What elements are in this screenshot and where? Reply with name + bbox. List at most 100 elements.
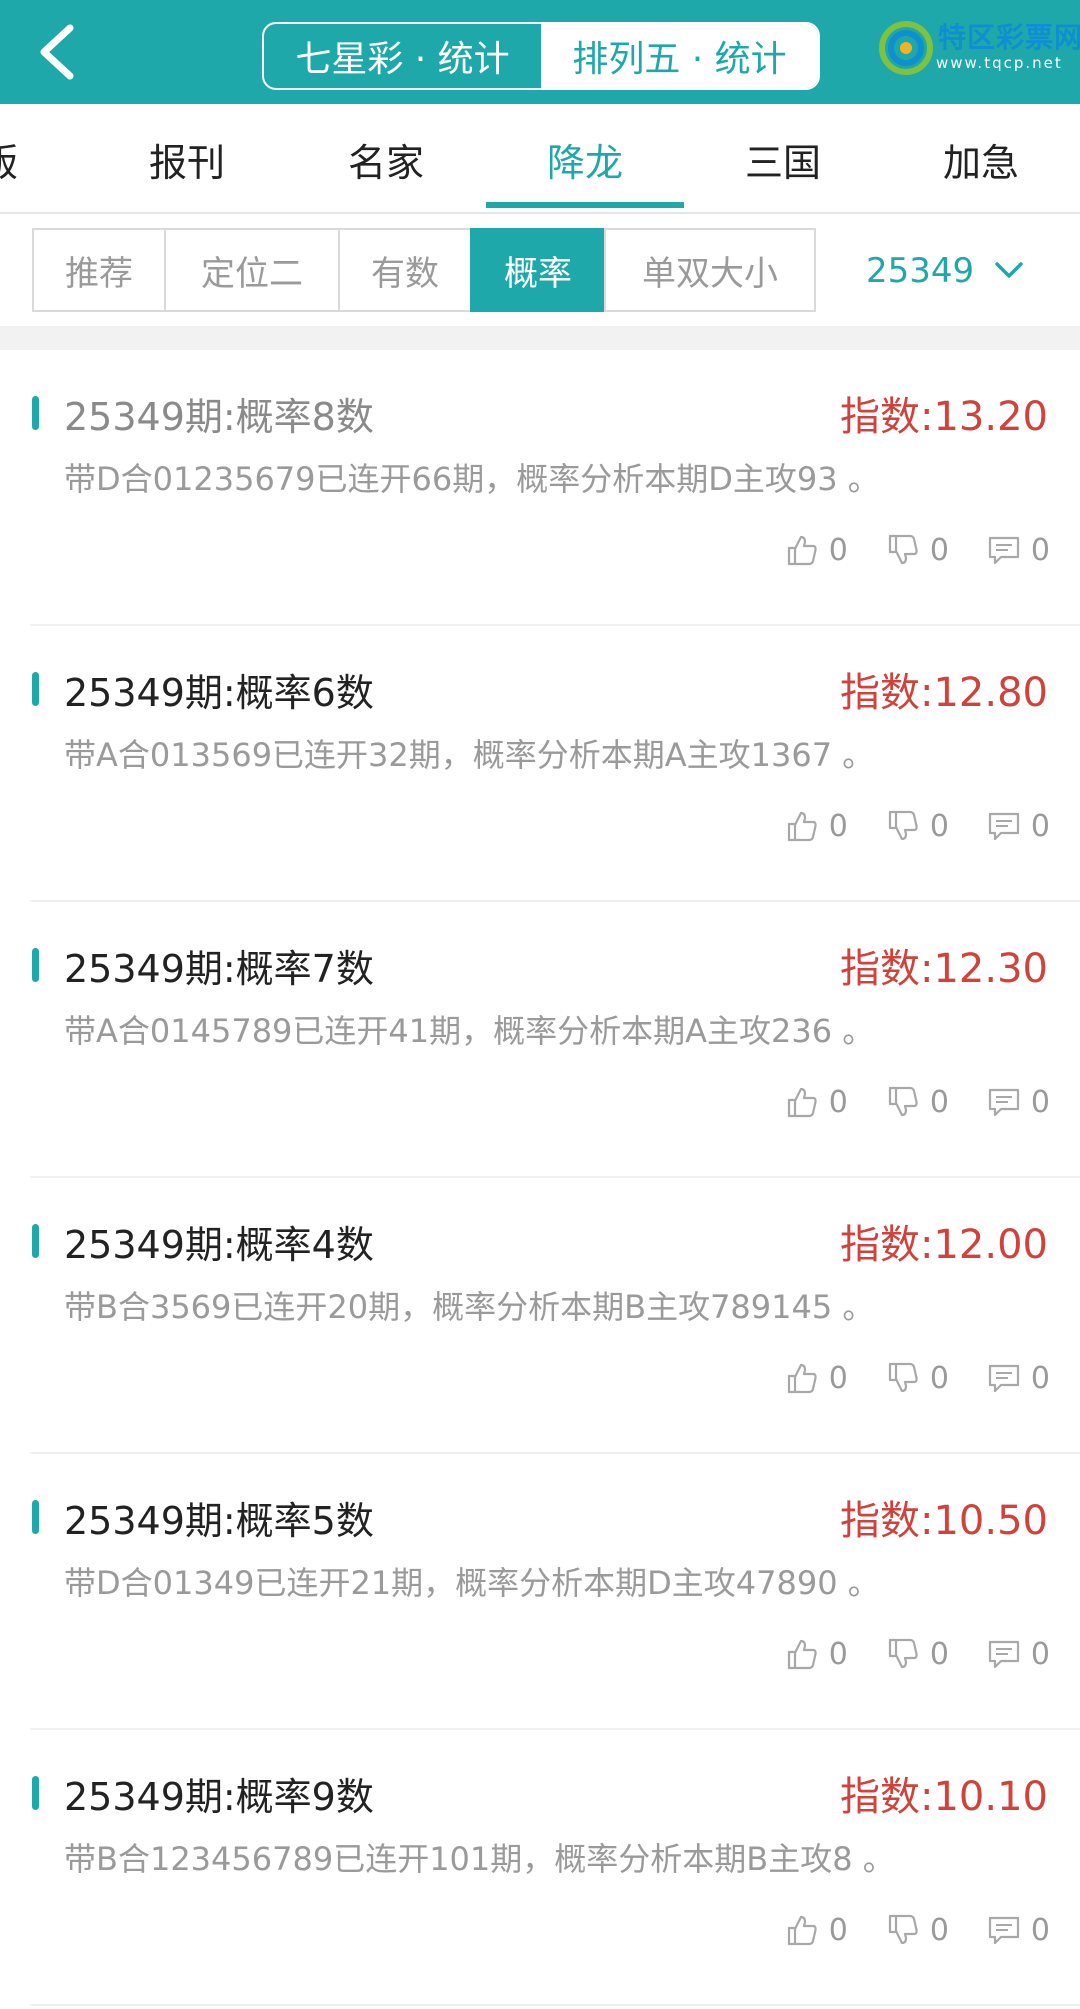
like-button[interactable]: 0 xyxy=(785,1913,848,1948)
like-button[interactable]: 0 xyxy=(785,809,848,844)
item-accent-bar xyxy=(32,1500,39,1534)
item-divider xyxy=(30,2004,1080,2006)
list-item[interactable]: 25349期:概率8数 指数:13.20 带D合01235679已连开66期，概… xyxy=(0,350,1080,626)
item-accent-bar xyxy=(32,396,39,430)
top-app-bar: 七星彩 · 统计 排列五 · 统计 特区彩票网 www.tqcp.net xyxy=(0,0,1080,104)
like-button[interactable]: 0 xyxy=(785,533,848,568)
comment-button[interactable]: 0 xyxy=(987,1637,1050,1672)
chip-youshu[interactable]: 有数 xyxy=(338,228,472,312)
chip-gailv[interactable]: 概率 xyxy=(470,228,606,312)
comment-icon xyxy=(988,1088,1020,1117)
thumbs-up-icon xyxy=(787,1363,817,1394)
item-actions: 0 0 0 xyxy=(747,1632,1050,1676)
tab-mingjia[interactable]: 名家 xyxy=(287,104,485,214)
chevron-down-icon xyxy=(995,262,1023,278)
like-button[interactable]: 0 xyxy=(785,1085,848,1120)
item-index: 指数:12.00 xyxy=(840,1222,1048,1268)
thumbs-down-icon xyxy=(888,1086,918,1117)
category-tabs: 版 报刊 名家 降龙 三国 加急 xyxy=(0,104,1080,214)
item-index: 指数:10.10 xyxy=(840,1774,1048,1820)
period-selector[interactable]: 25349 xyxy=(866,236,1024,306)
item-title: 25349期:概率5数 xyxy=(64,1499,374,1543)
item-actions: 0 0 0 xyxy=(747,528,1050,572)
dislike-button[interactable]: 0 xyxy=(886,1913,949,1948)
lottery-segment-control: 七星彩 · 统计 排列五 · 统计 xyxy=(262,22,820,90)
comment-count: 0 xyxy=(1030,1360,1050,1396)
comment-icon xyxy=(988,1916,1020,1945)
item-description: 带A合0145789已连开41期，概率分析本期A主攻236 。 xyxy=(64,1012,875,1050)
comment-button[interactable]: 0 xyxy=(987,1913,1050,1948)
dislike-count: 0 xyxy=(929,1084,949,1120)
comment-icon xyxy=(988,812,1020,841)
like-button[interactable]: 0 xyxy=(785,1637,848,1672)
like-button[interactable]: 0 xyxy=(785,1361,848,1396)
dislike-button[interactable]: 0 xyxy=(886,1637,949,1672)
dislike-button[interactable]: 0 xyxy=(886,1085,949,1120)
like-count: 0 xyxy=(828,1084,848,1120)
list-item[interactable]: 25349期:概率9数 指数:10.10 带B合123456789已连开101期… xyxy=(0,1730,1080,2006)
item-actions: 0 0 0 xyxy=(747,1356,1050,1400)
list-item[interactable]: 25349期:概率4数 指数:12.00 带B合3569已连开20期，概率分析本… xyxy=(0,1178,1080,1454)
comment-icon xyxy=(988,1364,1020,1393)
comment-icon xyxy=(988,536,1020,565)
item-accent-bar xyxy=(32,1224,39,1258)
site-logo: 特区彩票网 www.tqcp.net xyxy=(878,10,1080,90)
tab-sanguo[interactable]: 三国 xyxy=(684,104,882,214)
thumbs-down-icon xyxy=(888,1914,918,1945)
item-index: 指数:12.80 xyxy=(840,670,1048,716)
thumbs-down-icon xyxy=(888,810,918,841)
comment-button[interactable]: 0 xyxy=(987,533,1050,568)
list-item[interactable]: 25349期:概率6数 指数:12.80 带A合013569已连开32期，概率分… xyxy=(0,626,1080,902)
comment-button[interactable]: 0 xyxy=(987,1085,1050,1120)
logo-swirl-icon xyxy=(879,21,933,75)
tab-jianglong[interactable]: 降龙 xyxy=(486,104,684,214)
item-description: 带D合01349已连开21期，概率分析本期D主攻47890 。 xyxy=(64,1564,880,1602)
period-value: 25349 xyxy=(866,251,975,291)
chevron-left-icon xyxy=(40,24,74,80)
chip-danshuangdaxiao[interactable]: 单双大小 xyxy=(604,228,816,312)
chip-dingweier[interactable]: 定位二 xyxy=(164,228,340,312)
section-gap xyxy=(0,326,1080,350)
forecast-list: 25349期:概率8数 指数:13.20 带D合01235679已连开66期，概… xyxy=(0,350,1080,2006)
comment-count: 0 xyxy=(1030,808,1050,844)
comment-button[interactable]: 0 xyxy=(987,1361,1050,1396)
dislike-count: 0 xyxy=(929,1360,949,1396)
thumbs-up-icon xyxy=(787,1915,817,1946)
thumbs-down-icon xyxy=(888,534,918,565)
dislike-count: 0 xyxy=(929,808,949,844)
tab-baokan[interactable]: 报刊 xyxy=(88,104,286,214)
thumbs-up-icon xyxy=(787,1639,817,1670)
item-title: 25349期:概率8数 xyxy=(64,395,374,439)
thumbs-up-icon xyxy=(787,811,817,842)
dislike-button[interactable]: 0 xyxy=(886,1361,949,1396)
item-actions: 0 0 0 xyxy=(747,804,1050,848)
list-item[interactable]: 25349期:概率7数 指数:12.30 带A合0145789已连开41期，概率… xyxy=(0,902,1080,1178)
back-button[interactable] xyxy=(30,22,90,82)
item-title: 25349期:概率4数 xyxy=(64,1223,374,1267)
item-description: 带D合01235679已连开66期，概率分析本期D主攻93 。 xyxy=(64,460,880,498)
item-actions: 0 0 0 xyxy=(747,1080,1050,1124)
comment-count: 0 xyxy=(1030,532,1050,568)
dislike-button[interactable]: 0 xyxy=(886,533,949,568)
comment-count: 0 xyxy=(1030,1084,1050,1120)
tab-jiaji[interactable]: 加急 xyxy=(882,104,1080,214)
dislike-button[interactable]: 0 xyxy=(886,809,949,844)
thumbs-up-icon xyxy=(787,535,817,566)
item-accent-bar xyxy=(32,948,39,982)
item-index: 指数:10.50 xyxy=(840,1498,1048,1544)
list-item[interactable]: 25349期:概率5数 指数:10.50 带D合01349已连开21期，概率分析… xyxy=(0,1454,1080,1730)
item-description: 带A合013569已连开32期，概率分析本期A主攻1367 。 xyxy=(64,736,875,774)
like-count: 0 xyxy=(828,1360,848,1396)
segment-qixingcai[interactable]: 七星彩 · 统计 xyxy=(264,24,541,88)
tab-ban[interactable]: 版 xyxy=(0,104,98,214)
comment-count: 0 xyxy=(1030,1636,1050,1672)
active-tab-indicator xyxy=(486,202,684,208)
item-title: 25349期:概率9数 xyxy=(64,1775,374,1819)
comment-icon xyxy=(988,1640,1020,1669)
segment-pailiewu[interactable]: 排列五 · 统计 xyxy=(541,24,818,88)
comment-count: 0 xyxy=(1030,1912,1050,1948)
chip-tuijian[interactable]: 推荐 xyxy=(32,228,166,312)
comment-button[interactable]: 0 xyxy=(987,809,1050,844)
thumbs-down-icon xyxy=(888,1362,918,1393)
item-index: 指数:12.30 xyxy=(840,946,1048,992)
